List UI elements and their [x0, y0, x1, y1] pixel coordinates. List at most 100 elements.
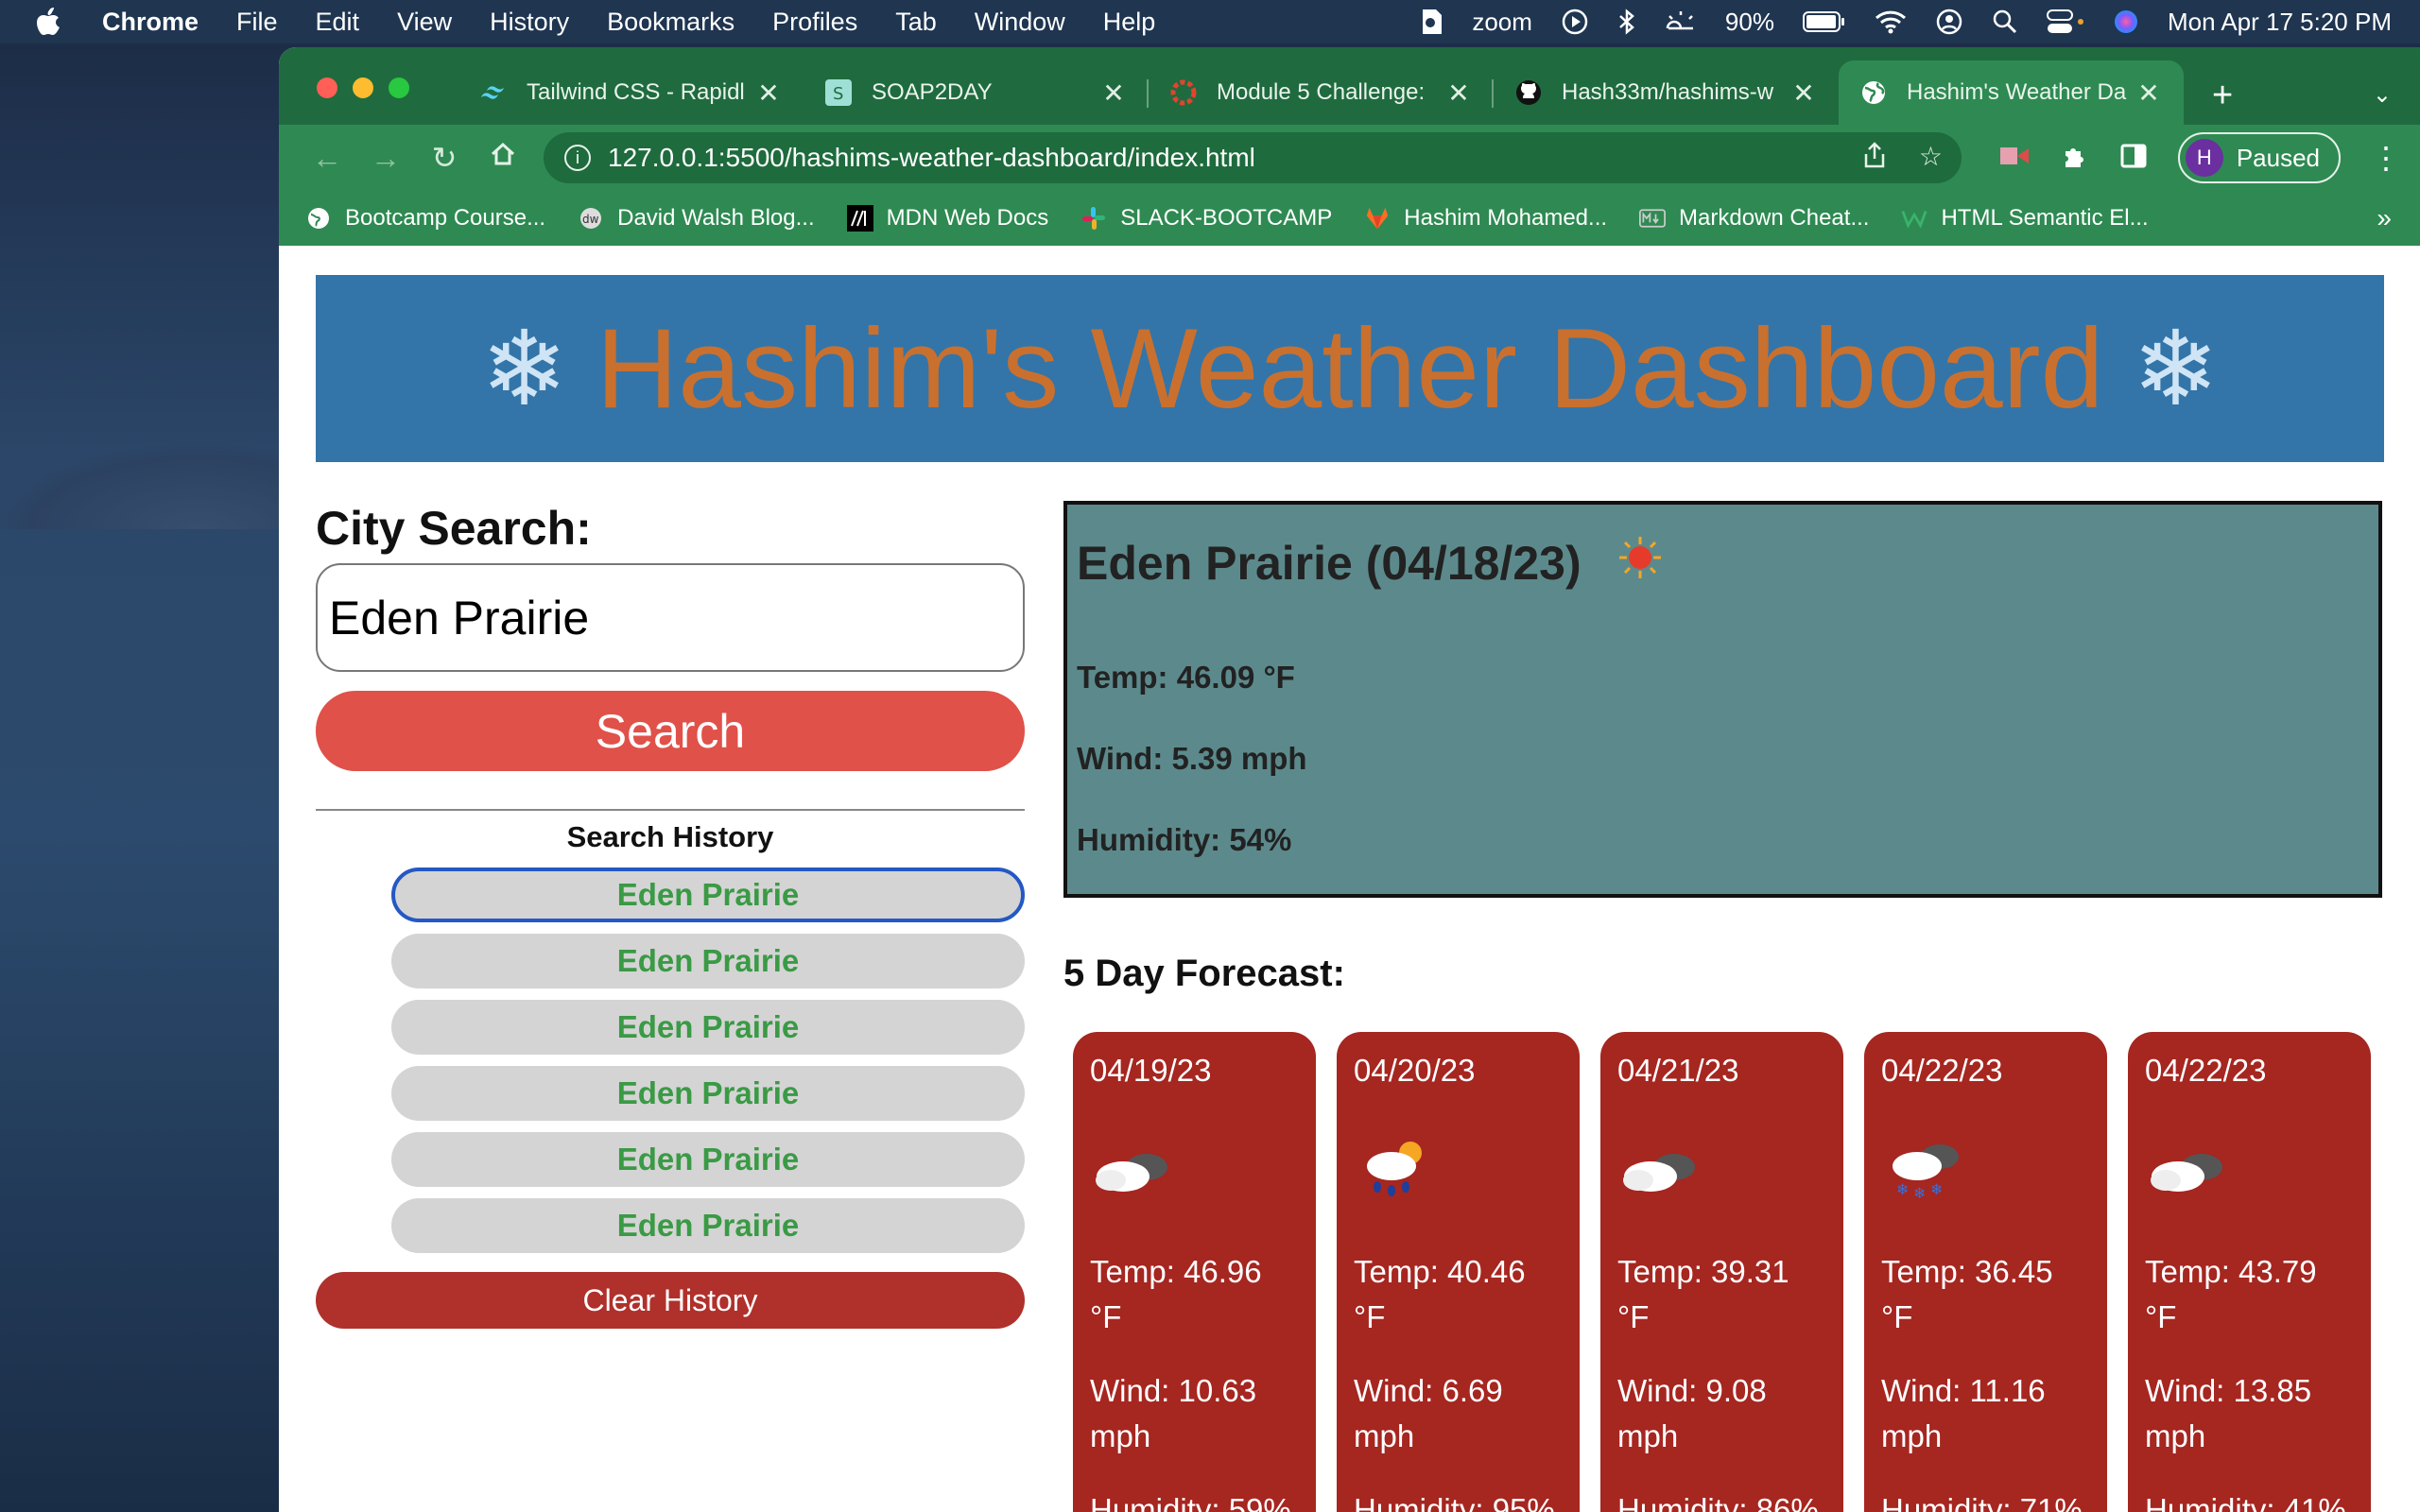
history-item[interactable]: Eden Prairie [391, 1000, 1025, 1055]
divider [316, 809, 1025, 811]
tab-label: Tailwind CSS - Rapidl [527, 79, 745, 105]
tab-github[interactable]: Hash33m/hashims-w ✕ [1494, 60, 1839, 125]
bookmarks-bar: Bootcamp Course... dw David Walsh Blog..… [279, 191, 2420, 246]
sun-icon [1616, 533, 1665, 593]
history-item[interactable]: Eden Prairie [391, 1132, 1025, 1187]
bookmark-label: Hashim Mohamed... [1404, 205, 1608, 231]
spotlight-search-icon[interactable] [1992, 9, 2018, 35]
menu-history[interactable]: History [490, 8, 569, 37]
more-bookmarks-icon[interactable]: » [2377, 203, 2392, 233]
cloudy-icon [2145, 1126, 2354, 1211]
history-item[interactable]: Eden Prairie [391, 934, 1025, 988]
bookmark-star-icon[interactable]: ☆ [1919, 141, 1943, 176]
apple-icon[interactable] [36, 8, 64, 36]
menu-profiles[interactable]: Profiles [772, 8, 857, 37]
bookmark-label: Bootcamp Course... [345, 205, 546, 231]
current-humidity: Humidity: 54% [1077, 822, 1292, 857]
extensions-puzzle-icon[interactable] [2061, 142, 2089, 175]
bookmark-bootcamp[interactable]: Bootcamp Course... [305, 205, 545, 232]
forecast-temp: Temp: 36.45 °F [1881, 1254, 2053, 1334]
tab-weather-dashboard[interactable]: Hashim's Weather Da ✕ [1839, 60, 2184, 125]
extension-cast-icon[interactable] [1998, 144, 2031, 173]
menu-window[interactable]: Window [975, 8, 1065, 37]
bookmark-label: SLACK-BOOTCAMP [1120, 205, 1333, 231]
browser-window: Tailwind CSS - Rapidl ✕ S SOAP2DAY ✕ Mod… [279, 47, 2420, 1512]
close-tab-icon[interactable]: ✕ [1789, 77, 1818, 109]
menubar-clock[interactable]: Mon Apr 17 5:20 PM [2168, 8, 2392, 37]
history-item[interactable]: Eden Prairie [391, 868, 1025, 922]
forward-icon[interactable]: → [356, 141, 415, 176]
forecast-date: 04/22/23 [2145, 1053, 2267, 1088]
menu-file[interactable]: File [236, 8, 278, 37]
side-panel-icon[interactable] [2119, 142, 2148, 175]
forecast-temp: Temp: 43.79 °F [2145, 1254, 2317, 1334]
chrome-menu-icon[interactable]: ⋮ [2371, 140, 2401, 176]
tab-module5[interactable]: Module 5 Challenge: ✕ [1149, 60, 1494, 125]
bookmark-label: David Walsh Blog... [617, 205, 815, 231]
share-icon[interactable] [1862, 141, 1887, 176]
menu-view[interactable]: View [397, 8, 452, 37]
svg-text:dw: dw [582, 213, 599, 226]
tab-tailwind[interactable]: Tailwind CSS - Rapidl ✕ [458, 60, 804, 125]
tab-soap2day[interactable]: S SOAP2DAY ✕ [804, 60, 1149, 125]
tab-label: Hashim's Weather Da [1907, 79, 2127, 105]
bookmark-label: Markdown Cheat... [1679, 205, 1870, 231]
minimize-window-button[interactable] [353, 77, 373, 98]
back-icon[interactable]: ← [298, 141, 356, 176]
search-history-list: Eden Prairie Eden Prairie Eden Prairie E… [391, 868, 1025, 1253]
bluetooth-icon[interactable] [1617, 8, 1636, 36]
bookmark-label: HTML Semantic El... [1941, 205, 2149, 231]
menu-edit[interactable]: Edit [316, 8, 360, 37]
bookmark-gitlab[interactable]: Hashim Mohamed... [1364, 205, 1607, 232]
brightness-icon[interactable] [1665, 9, 1697, 34]
mdn-icon [846, 205, 873, 232]
menu-bookmarks[interactable]: Bookmarks [607, 8, 735, 37]
current-temp: Temp: 46.09 °F [1077, 660, 1295, 695]
history-item[interactable]: Eden Prairie [391, 1066, 1025, 1121]
clear-history-button[interactable]: Clear History [316, 1272, 1025, 1329]
bookmark-david-walsh[interactable]: dw David Walsh Blog... [578, 205, 815, 232]
bookmark-mdn[interactable]: MDN Web Docs [846, 205, 1048, 232]
bookmark-slack[interactable]: SLACK-BOOTCAMP [1080, 205, 1332, 232]
close-tab-icon[interactable]: ✕ [1444, 77, 1473, 109]
menu-tab[interactable]: Tab [895, 8, 937, 37]
desktop-island [0, 444, 284, 529]
battery-icon[interactable] [1802, 10, 1846, 33]
address-url: 127.0.0.1:5500/hashims-weather-dashboard… [608, 143, 1255, 172]
zoom-status[interactable]: zoom [1472, 8, 1532, 37]
bookmark-html-semantic[interactable]: HTML Semantic El... [1901, 205, 2149, 232]
reload-icon[interactable]: ↻ [415, 140, 474, 176]
snowflake-icon: ❄ [2132, 311, 2220, 427]
control-center-icon[interactable] [2046, 9, 2084, 35]
tab-search-chevron-icon[interactable]: ⌄ [2373, 81, 2392, 109]
search-button[interactable]: Search [316, 691, 1025, 771]
history-item[interactable]: Eden Prairie [391, 1198, 1025, 1253]
forecast-wind: Wind: 9.08 mph [1617, 1373, 1767, 1453]
menu-app-chrome[interactable]: Chrome [102, 8, 199, 37]
cloudy-icon [1090, 1126, 1299, 1211]
close-window-button[interactable] [317, 77, 337, 98]
forecast-humidity: Humidity: 59% [1090, 1492, 1291, 1512]
menu-bar: Chrome File Edit View History Bookmarks … [0, 0, 2420, 43]
siri-icon[interactable] [2113, 9, 2139, 35]
play-icon[interactable] [1561, 8, 1589, 36]
github-icon [1514, 78, 1543, 107]
user-icon[interactable] [1935, 8, 1963, 36]
address-bar[interactable]: i 127.0.0.1:5500/hashims-weather-dashboa… [544, 132, 1962, 183]
evernote-icon[interactable] [1417, 8, 1443, 36]
city-search-input[interactable] [316, 563, 1025, 672]
site-info-icon[interactable]: i [564, 145, 591, 171]
menu-help[interactable]: Help [1103, 8, 1156, 37]
new-tab-icon[interactable]: + [2212, 76, 2233, 116]
maximize-window-button[interactable] [389, 77, 409, 98]
canvas-icon [1169, 78, 1198, 107]
close-tab-icon[interactable]: ✕ [754, 77, 783, 109]
current-weather-panel: Eden Prairie (04/18/23) Temp: 46.09 °F W… [1063, 501, 2382, 898]
home-icon[interactable] [474, 140, 532, 176]
close-tab-icon[interactable]: ✕ [2135, 77, 2163, 109]
wifi-icon[interactable] [1875, 9, 1907, 34]
profile-button[interactable]: H Paused [2177, 132, 2341, 183]
bookmark-markdown[interactable]: Markdown Cheat... [1639, 205, 1869, 232]
close-tab-icon[interactable]: ✕ [1099, 77, 1128, 109]
forecast-wind: Wind: 10.63 mph [1090, 1373, 1257, 1453]
